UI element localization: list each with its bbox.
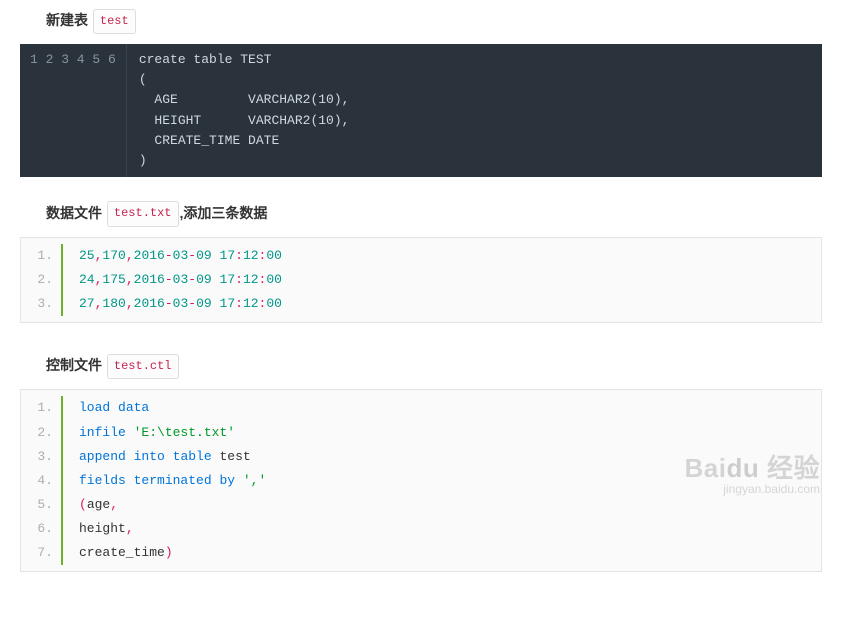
code-line[interactable]: load data bbox=[79, 396, 149, 420]
section2-suffix: ,添加三条数据 bbox=[180, 205, 268, 221]
line-number: 7. bbox=[21, 541, 63, 565]
code-line[interactable]: 27,180,2016-03-09 17:12:00 bbox=[79, 292, 282, 316]
section3-header: 控制文件 test.ctl bbox=[46, 353, 822, 379]
section1-prefix: 新建表 bbox=[46, 12, 88, 28]
list-item: 2. infile 'E:\test.txt' bbox=[21, 421, 821, 445]
list-item: 1. 25,170,2016-03-09 17:12:00 bbox=[21, 244, 821, 268]
list-item: 3. 27,180,2016-03-09 17:12:00 bbox=[21, 292, 821, 316]
line-number: 5. bbox=[21, 493, 63, 517]
data-file-block: 1. 25,170,2016-03-09 17:12:00 2. 24,175,201… bbox=[20, 237, 822, 323]
code-line[interactable]: fields terminated by ',' bbox=[79, 469, 266, 493]
line-number: 3. bbox=[21, 292, 63, 316]
code-line[interactable]: 25,170,2016-03-09 17:12:00 bbox=[79, 244, 282, 268]
line-number: 2. bbox=[21, 268, 63, 292]
list-item: 5. (age, bbox=[21, 493, 821, 517]
line-number: 1. bbox=[21, 244, 63, 268]
section1-header: 新建表 test bbox=[46, 8, 822, 34]
code-gutter: 1 2 3 4 5 6 bbox=[20, 44, 127, 177]
list-item: 3. append into table test bbox=[21, 445, 821, 469]
code-line[interactable]: create_time) bbox=[79, 541, 173, 565]
code-line[interactable]: 24,175,2016-03-09 17:12:00 bbox=[79, 268, 282, 292]
line-number: 1. bbox=[21, 396, 63, 420]
list-item: 4. fields terminated by ',' bbox=[21, 469, 821, 493]
section3-prefix: 控制文件 bbox=[46, 357, 102, 373]
code-line[interactable]: height, bbox=[79, 517, 134, 541]
list-item: 6. height, bbox=[21, 517, 821, 541]
code-line[interactable]: append into table test bbox=[79, 445, 251, 469]
list-item: 7. create_time) bbox=[21, 541, 821, 565]
line-number: 6. bbox=[21, 517, 63, 541]
section2-tag: test.txt bbox=[107, 201, 179, 227]
code-content[interactable]: create table TEST ( AGE VARCHAR2(10), HE… bbox=[127, 44, 362, 177]
section2-header: 数据文件 test.txt,添加三条数据 bbox=[46, 201, 822, 227]
list-item: 1. load data bbox=[21, 396, 821, 420]
list-item: 2. 24,175,2016-03-09 17:12:00 bbox=[21, 268, 821, 292]
line-number: 2. bbox=[21, 421, 63, 445]
section2-prefix: 数据文件 bbox=[46, 205, 102, 221]
line-number: 4. bbox=[21, 469, 63, 493]
code-line[interactable]: (age, bbox=[79, 493, 118, 517]
code-line[interactable]: infile 'E:\test.txt' bbox=[79, 421, 235, 445]
line-number: 3. bbox=[21, 445, 63, 469]
create-table-code-block: 1 2 3 4 5 6 create table TEST ( AGE VARC… bbox=[20, 44, 822, 177]
section1-tag: test bbox=[93, 9, 136, 35]
control-file-block: 1. load data 2. infile 'E:\test.txt' 3. appen… bbox=[20, 389, 822, 572]
section3-tag: test.ctl bbox=[107, 354, 179, 380]
